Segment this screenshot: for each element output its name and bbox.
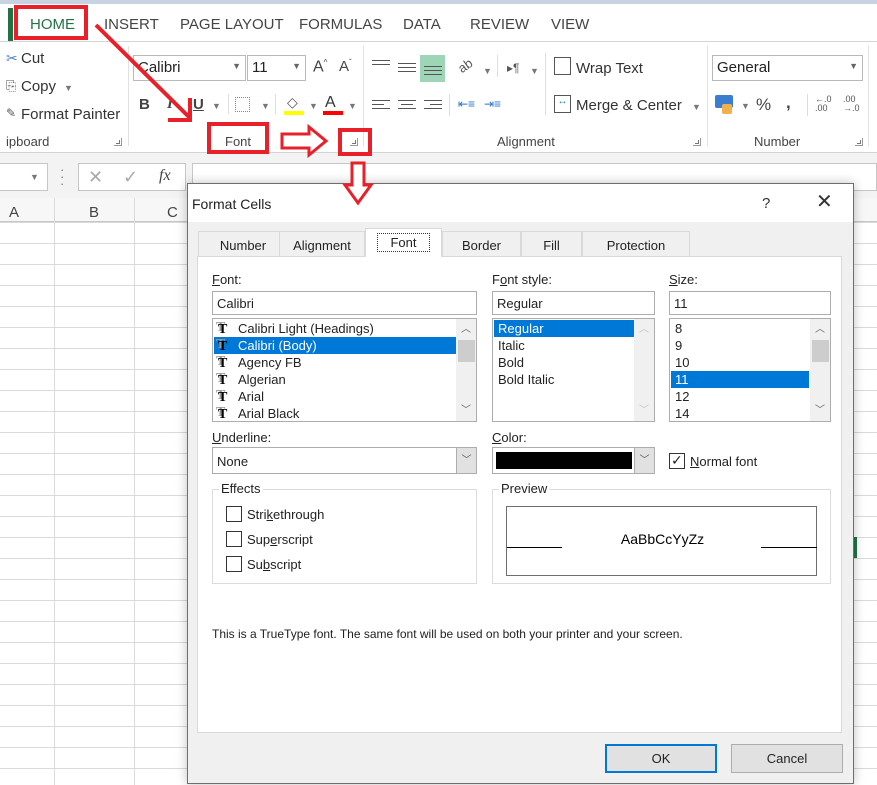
annotation-home-box — [14, 5, 88, 40]
annotation-right-arrow — [280, 123, 329, 159]
annotation-down-arrow — [342, 161, 374, 206]
annotation-font-box — [207, 122, 269, 154]
tab-font[interactable]: Font — [365, 228, 442, 257]
tutorial-annotations — [14, 5, 374, 206]
annotation-diagonal-arrow — [94, 23, 192, 120]
annotation-launcher-box — [338, 128, 372, 156]
tab-label: Font — [377, 233, 430, 252]
